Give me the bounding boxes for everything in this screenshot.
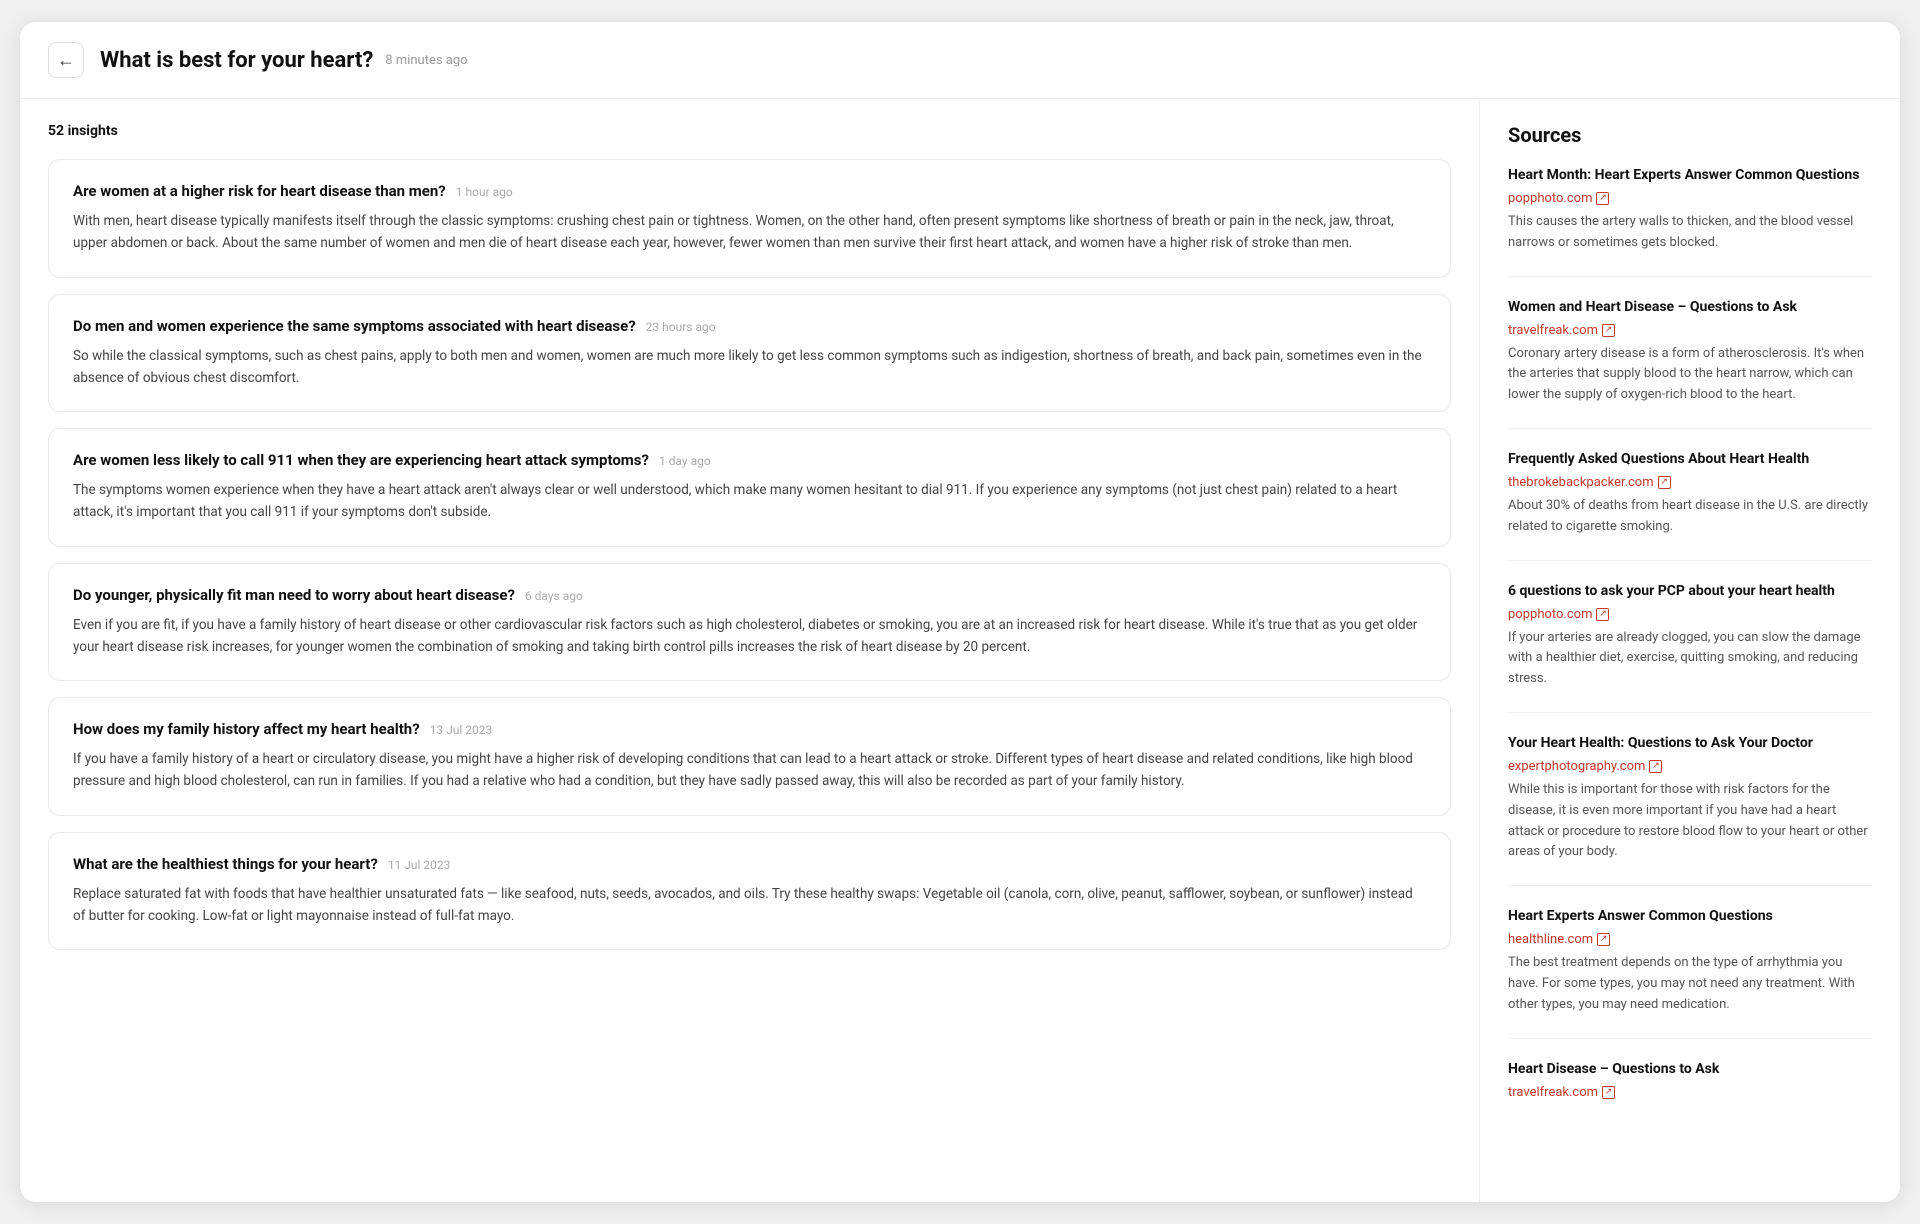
source-item: Women and Heart Disease – Questions to A… xyxy=(1508,299,1872,429)
left-panel: 52 insights Are women at a higher risk f… xyxy=(20,99,1480,1202)
source-name: 6 questions to ask your PCP about your h… xyxy=(1508,583,1872,599)
source-url[interactable]: popphoto.com ↗ xyxy=(1508,607,1609,622)
sources-title: Sources xyxy=(1508,123,1872,147)
source-url[interactable]: healthline.com ↗ xyxy=(1508,932,1610,947)
insight-body: If you have a family history of a heart … xyxy=(73,748,1426,793)
insights-count: 52 insights xyxy=(48,123,1451,139)
source-name: Heart Disease – Questions to Ask xyxy=(1508,1061,1872,1077)
source-name: Frequently Asked Questions About Heart H… xyxy=(1508,451,1872,467)
source-item: 6 questions to ask your PCP about your h… xyxy=(1508,583,1872,713)
source-url[interactable]: travelfreak.com ↗ xyxy=(1508,1085,1615,1100)
insight-title: Are women less likely to call 911 when t… xyxy=(73,451,649,469)
source-url[interactable]: popphoto.com ↗ xyxy=(1508,191,1609,206)
insight-card[interactable]: Are women at a higher risk for heart dis… xyxy=(48,159,1451,278)
insight-title: Do younger, physically fit man need to w… xyxy=(73,586,515,604)
insight-body: Even if you are fit, if you have a famil… xyxy=(73,614,1426,659)
source-excerpt: Coronary artery disease is a form of ath… xyxy=(1508,344,1872,406)
back-button[interactable]: ← xyxy=(48,42,84,78)
insights-number: 52 xyxy=(48,123,64,139)
source-name: Women and Heart Disease – Questions to A… xyxy=(1508,299,1872,315)
source-name: Your Heart Health: Questions to Ask Your… xyxy=(1508,735,1872,751)
source-excerpt: While this is important for those with r… xyxy=(1508,780,1872,863)
insight-body: With men, heart disease typically manife… xyxy=(73,210,1426,255)
insight-card[interactable]: Do men and women experience the same sym… xyxy=(48,294,1451,413)
insight-card[interactable]: What are the healthiest things for your … xyxy=(48,832,1451,951)
source-name: Heart Experts Answer Common Questions xyxy=(1508,908,1872,924)
insight-title: How does my family history affect my hea… xyxy=(73,720,420,738)
insight-title: Do men and women experience the same sym… xyxy=(73,317,636,335)
source-excerpt: This causes the artery walls to thicken,… xyxy=(1508,212,1872,254)
source-item: Your Heart Health: Questions to Ask Your… xyxy=(1508,735,1872,886)
source-url[interactable]: expertphotography.com ↗ xyxy=(1508,759,1662,774)
source-excerpt: The best treatment depends on the type o… xyxy=(1508,953,1872,1015)
insight-body: The symptoms women experience when they … xyxy=(73,479,1426,524)
header: ← What is best for your heart? 8 minutes… xyxy=(20,22,1900,99)
insight-time: 23 hours ago xyxy=(646,320,716,334)
source-name: Heart Month: Heart Experts Answer Common… xyxy=(1508,167,1872,183)
insight-title: What are the healthiest things for your … xyxy=(73,855,378,873)
app-container: ← What is best for your heart? 8 minutes… xyxy=(20,22,1900,1202)
insight-card[interactable]: Do younger, physically fit man need to w… xyxy=(48,563,1451,682)
source-item: Heart Month: Heart Experts Answer Common… xyxy=(1508,167,1872,277)
source-url[interactable]: travelfreak.com ↗ xyxy=(1508,323,1615,338)
source-excerpt: If your arteries are already clogged, yo… xyxy=(1508,628,1872,690)
source-item: Heart Experts Answer Common Questions hea… xyxy=(1508,908,1872,1038)
insight-time: 1 hour ago xyxy=(456,185,513,199)
insight-time: 11 Jul 2023 xyxy=(388,858,451,872)
sources-list: Heart Month: Heart Experts Answer Common… xyxy=(1508,167,1872,1128)
source-item: Heart Disease – Questions to Ask travelfr… xyxy=(1508,1061,1872,1128)
insight-title: Are women at a higher risk for heart dis… xyxy=(73,182,446,200)
insight-card[interactable]: How does my family history affect my hea… xyxy=(48,697,1451,816)
main-layout: 52 insights Are women at a higher risk f… xyxy=(20,99,1900,1202)
insight-time: 13 Jul 2023 xyxy=(430,723,493,737)
source-item: Frequently Asked Questions About Heart H… xyxy=(1508,451,1872,561)
insight-card[interactable]: Are women less likely to call 911 when t… xyxy=(48,428,1451,547)
insights-list: Are women at a higher risk for heart dis… xyxy=(48,159,1451,950)
source-excerpt: About 30% of deaths from heart disease i… xyxy=(1508,496,1872,538)
insight-time: 6 days ago xyxy=(525,589,583,603)
insight-time: 1 day ago xyxy=(659,454,711,468)
insights-label: insights xyxy=(68,123,118,139)
page-title: What is best for your heart? xyxy=(100,48,373,73)
insight-body: Replace saturated fat with foods that ha… xyxy=(73,883,1426,928)
source-url[interactable]: thebrokebackpacker.com ↗ xyxy=(1508,475,1671,490)
right-panel: Sources Heart Month: Heart Experts Answe… xyxy=(1480,99,1900,1202)
header-time: 8 minutes ago xyxy=(385,53,467,68)
insight-body: So while the classical symptoms, such as… xyxy=(73,345,1426,390)
